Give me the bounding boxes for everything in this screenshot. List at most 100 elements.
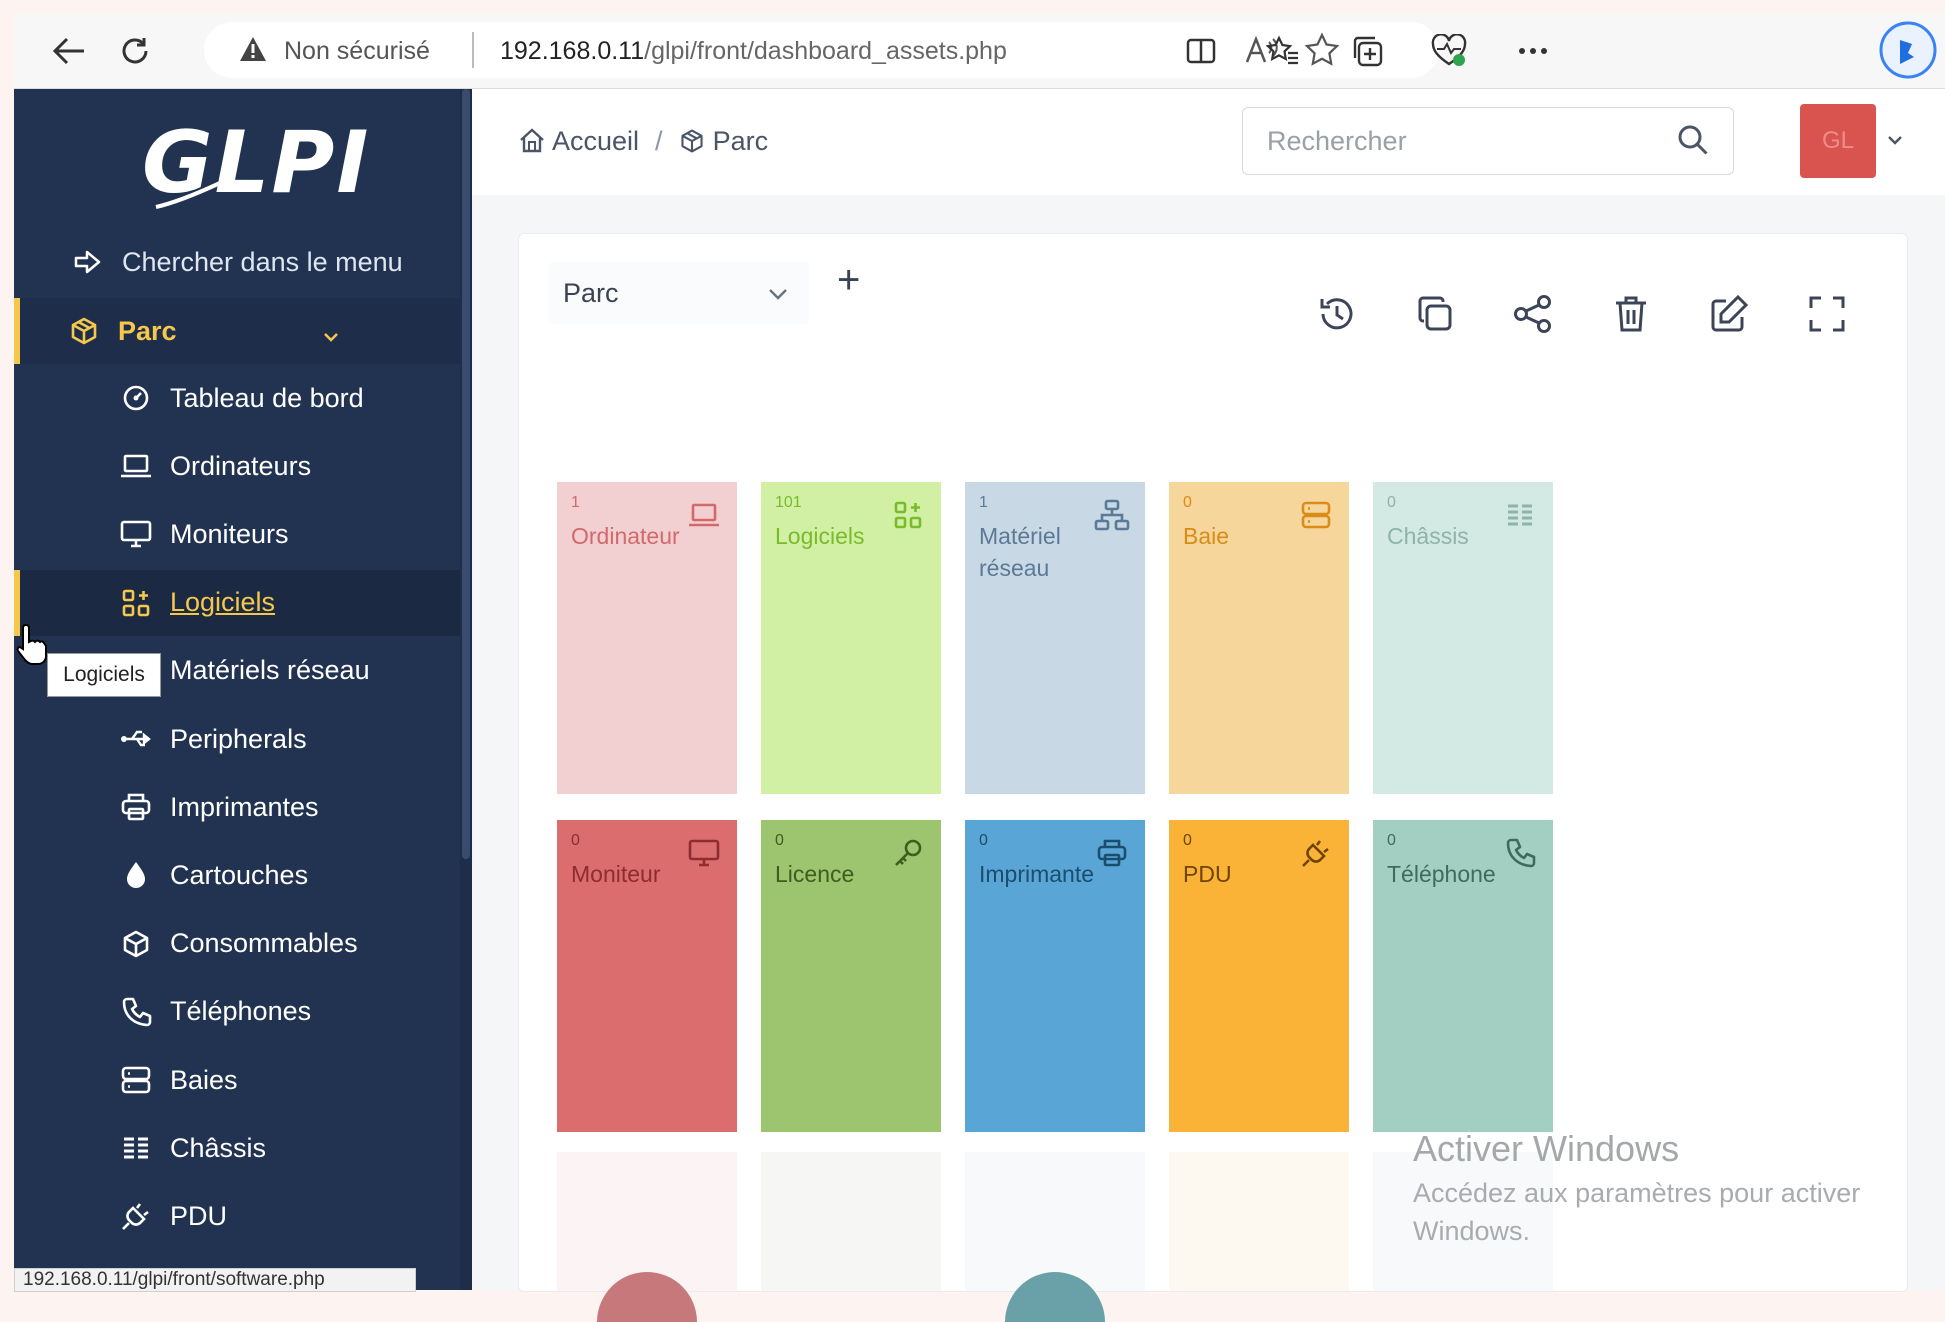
sidebar-item-logiciels[interactable]: Logiciels (14, 569, 460, 636)
search-input[interactable] (1265, 122, 1669, 160)
sidebar-section-parc[interactable]: Parc (14, 298, 460, 364)
page-header: Accueil / Parc GL (472, 89, 1945, 196)
history-icon[interactable] (1309, 286, 1365, 342)
user-menu-chevron-icon[interactable] (1886, 133, 1904, 152)
copy-icon[interactable] (1407, 286, 1463, 342)
search-menu-arrow-icon (68, 242, 108, 282)
chassis-icon (116, 1128, 156, 1168)
search-menu-label: Chercher dans le menu (122, 246, 403, 277)
sidebar-item-label: Cartouches (170, 859, 309, 890)
logo-swoosh-icon (155, 181, 221, 209)
back-icon[interactable] (44, 26, 94, 76)
address-divider (472, 32, 474, 68)
sidebar-item-peripherals[interactable]: Peripherals (14, 706, 460, 772)
url-text[interactable]: 192.168.0.11/glpi/front/dashboard_assets… (500, 37, 1007, 66)
share-icon[interactable] (1505, 286, 1561, 342)
sidebar-item-label: Moniteurs (170, 518, 289, 549)
dashboard-card[interactable]: 0 Châssis (1373, 482, 1553, 794)
plug-icon (1293, 830, 1339, 876)
sidebar-item-ordinateurs[interactable]: Ordinateurs (14, 433, 460, 499)
fullscreen-icon[interactable] (1799, 286, 1855, 342)
package-icon (116, 924, 156, 964)
apps-icon (885, 492, 931, 538)
add-dashboard-button[interactable]: + (837, 258, 860, 303)
dashboard-card[interactable]: 1 Matériel réseau (965, 482, 1145, 794)
card-count: 0 (775, 832, 784, 849)
faded-card (557, 1152, 737, 1322)
trash-icon[interactable] (1603, 286, 1659, 342)
faded-card (761, 1152, 941, 1291)
sidebar-item-label: Logiciels (170, 587, 276, 618)
sidebar-item-label: Ordinateurs (170, 450, 312, 481)
url-path: /glpi/front/dashboard_assets.php (644, 37, 1007, 65)
server-icon (116, 1060, 156, 1100)
favorites-icon[interactable] (1258, 26, 1308, 76)
sidebar-item-label: Imprimantes (170, 791, 319, 822)
dashboard-card[interactable]: 0 Licence (761, 820, 941, 1132)
dashboard-selector-value: Parc (563, 277, 619, 308)
sidebar-item-tableau-de-bord[interactable]: Tableau de bord (14, 365, 460, 431)
sidebar-item-label: Tableau de bord (170, 382, 364, 413)
reload-icon[interactable] (110, 26, 160, 76)
windows-watermark-title: Activer Windows (1413, 1128, 1680, 1169)
card-label: Matériel réseau (979, 523, 1061, 581)
chevron-down-icon (322, 320, 340, 351)
split-screen-icon[interactable] (1176, 26, 1226, 76)
collections-icon[interactable] (1342, 26, 1392, 76)
hand-cursor-icon (16, 623, 47, 665)
user-avatar[interactable]: GL (1800, 104, 1876, 178)
breadcrumb-home[interactable]: Accueil (552, 126, 639, 157)
favorite-star-icon[interactable] (1304, 32, 1340, 73)
search-menu-button[interactable]: Chercher dans le menu (68, 229, 460, 295)
bing-chat-icon[interactable] (1876, 18, 1940, 82)
dashboard-card[interactable]: 0 Baie (1169, 482, 1349, 794)
warning-icon (238, 35, 268, 68)
sidebar-item-consommables[interactable]: Consommables (14, 911, 460, 977)
card-count: 0 (1183, 832, 1192, 849)
printer-icon (1089, 830, 1135, 876)
dashboard-card[interactable]: 0 PDU (1169, 820, 1349, 1132)
more-options-icon[interactable] (1508, 26, 1558, 76)
dashboard-selector[interactable]: Parc (549, 262, 809, 324)
section-label: Parc (118, 315, 177, 346)
security-label[interactable]: Non sécurisé (284, 37, 430, 66)
monitor-icon (681, 830, 727, 876)
sidebar-item-moniteurs[interactable]: Moniteurs (14, 501, 460, 567)
sidebar-item-cartouches[interactable]: Cartouches (14, 842, 460, 908)
faded-card (965, 1152, 1145, 1322)
status-bar-url: 192.168.0.11/glpi/front/software.php (14, 1268, 416, 1292)
address-bar[interactable]: Non sécurisé 192.168.0.11/glpi/front/das… (204, 22, 1439, 78)
card-count: 1 (979, 494, 988, 511)
gauge-icon (116, 378, 156, 418)
key-icon (885, 830, 931, 876)
edit-icon[interactable] (1701, 286, 1757, 342)
card-count: 101 (775, 494, 802, 511)
dashboard-card[interactable]: 1 Ordinateur (557, 482, 737, 794)
sidebar-item-imprimantes[interactable]: Imprimantes (14, 774, 460, 840)
sidebar-item-telephones[interactable]: Téléphones (14, 979, 460, 1045)
sidebar-item-chassis[interactable]: Châssis (14, 1115, 460, 1181)
dashboard-card[interactable]: 101 Logiciels (761, 482, 941, 794)
card-count: 0 (571, 832, 580, 849)
plug-icon (116, 1196, 156, 1236)
dashboard-card[interactable]: 0 Téléphone (1373, 820, 1553, 1132)
scrollbar-thumb[interactable] (462, 89, 470, 859)
card-count: 0 (1387, 832, 1396, 849)
donut-segment (597, 1272, 697, 1322)
breadcrumb-parc[interactable]: Parc (713, 126, 769, 157)
sidebar-scrollbar[interactable] (460, 89, 472, 1290)
sidebar-item-baies[interactable]: Baies (14, 1047, 460, 1113)
dashboard-card[interactable]: 0 Moniteur (557, 820, 737, 1132)
sidebar-item-label: Peripherals (170, 723, 307, 754)
sidebar-item-label: PDU (170, 1200, 228, 1231)
breadcrumb-separator: / (655, 125, 663, 156)
url-host: 192.168.0.11 (500, 37, 645, 65)
faded-card (1169, 1152, 1349, 1291)
dashboard-card[interactable]: 0 Imprimante (965, 820, 1145, 1132)
card-count: 0 (1387, 494, 1396, 511)
search-icon[interactable] (1675, 122, 1711, 163)
sidebar-item-label: Baies (170, 1064, 238, 1095)
browser-essentials-icon[interactable] (1424, 26, 1474, 76)
tooltip: Logiciels (47, 653, 161, 697)
sidebar-item-pdu[interactable]: PDU (14, 1183, 460, 1249)
